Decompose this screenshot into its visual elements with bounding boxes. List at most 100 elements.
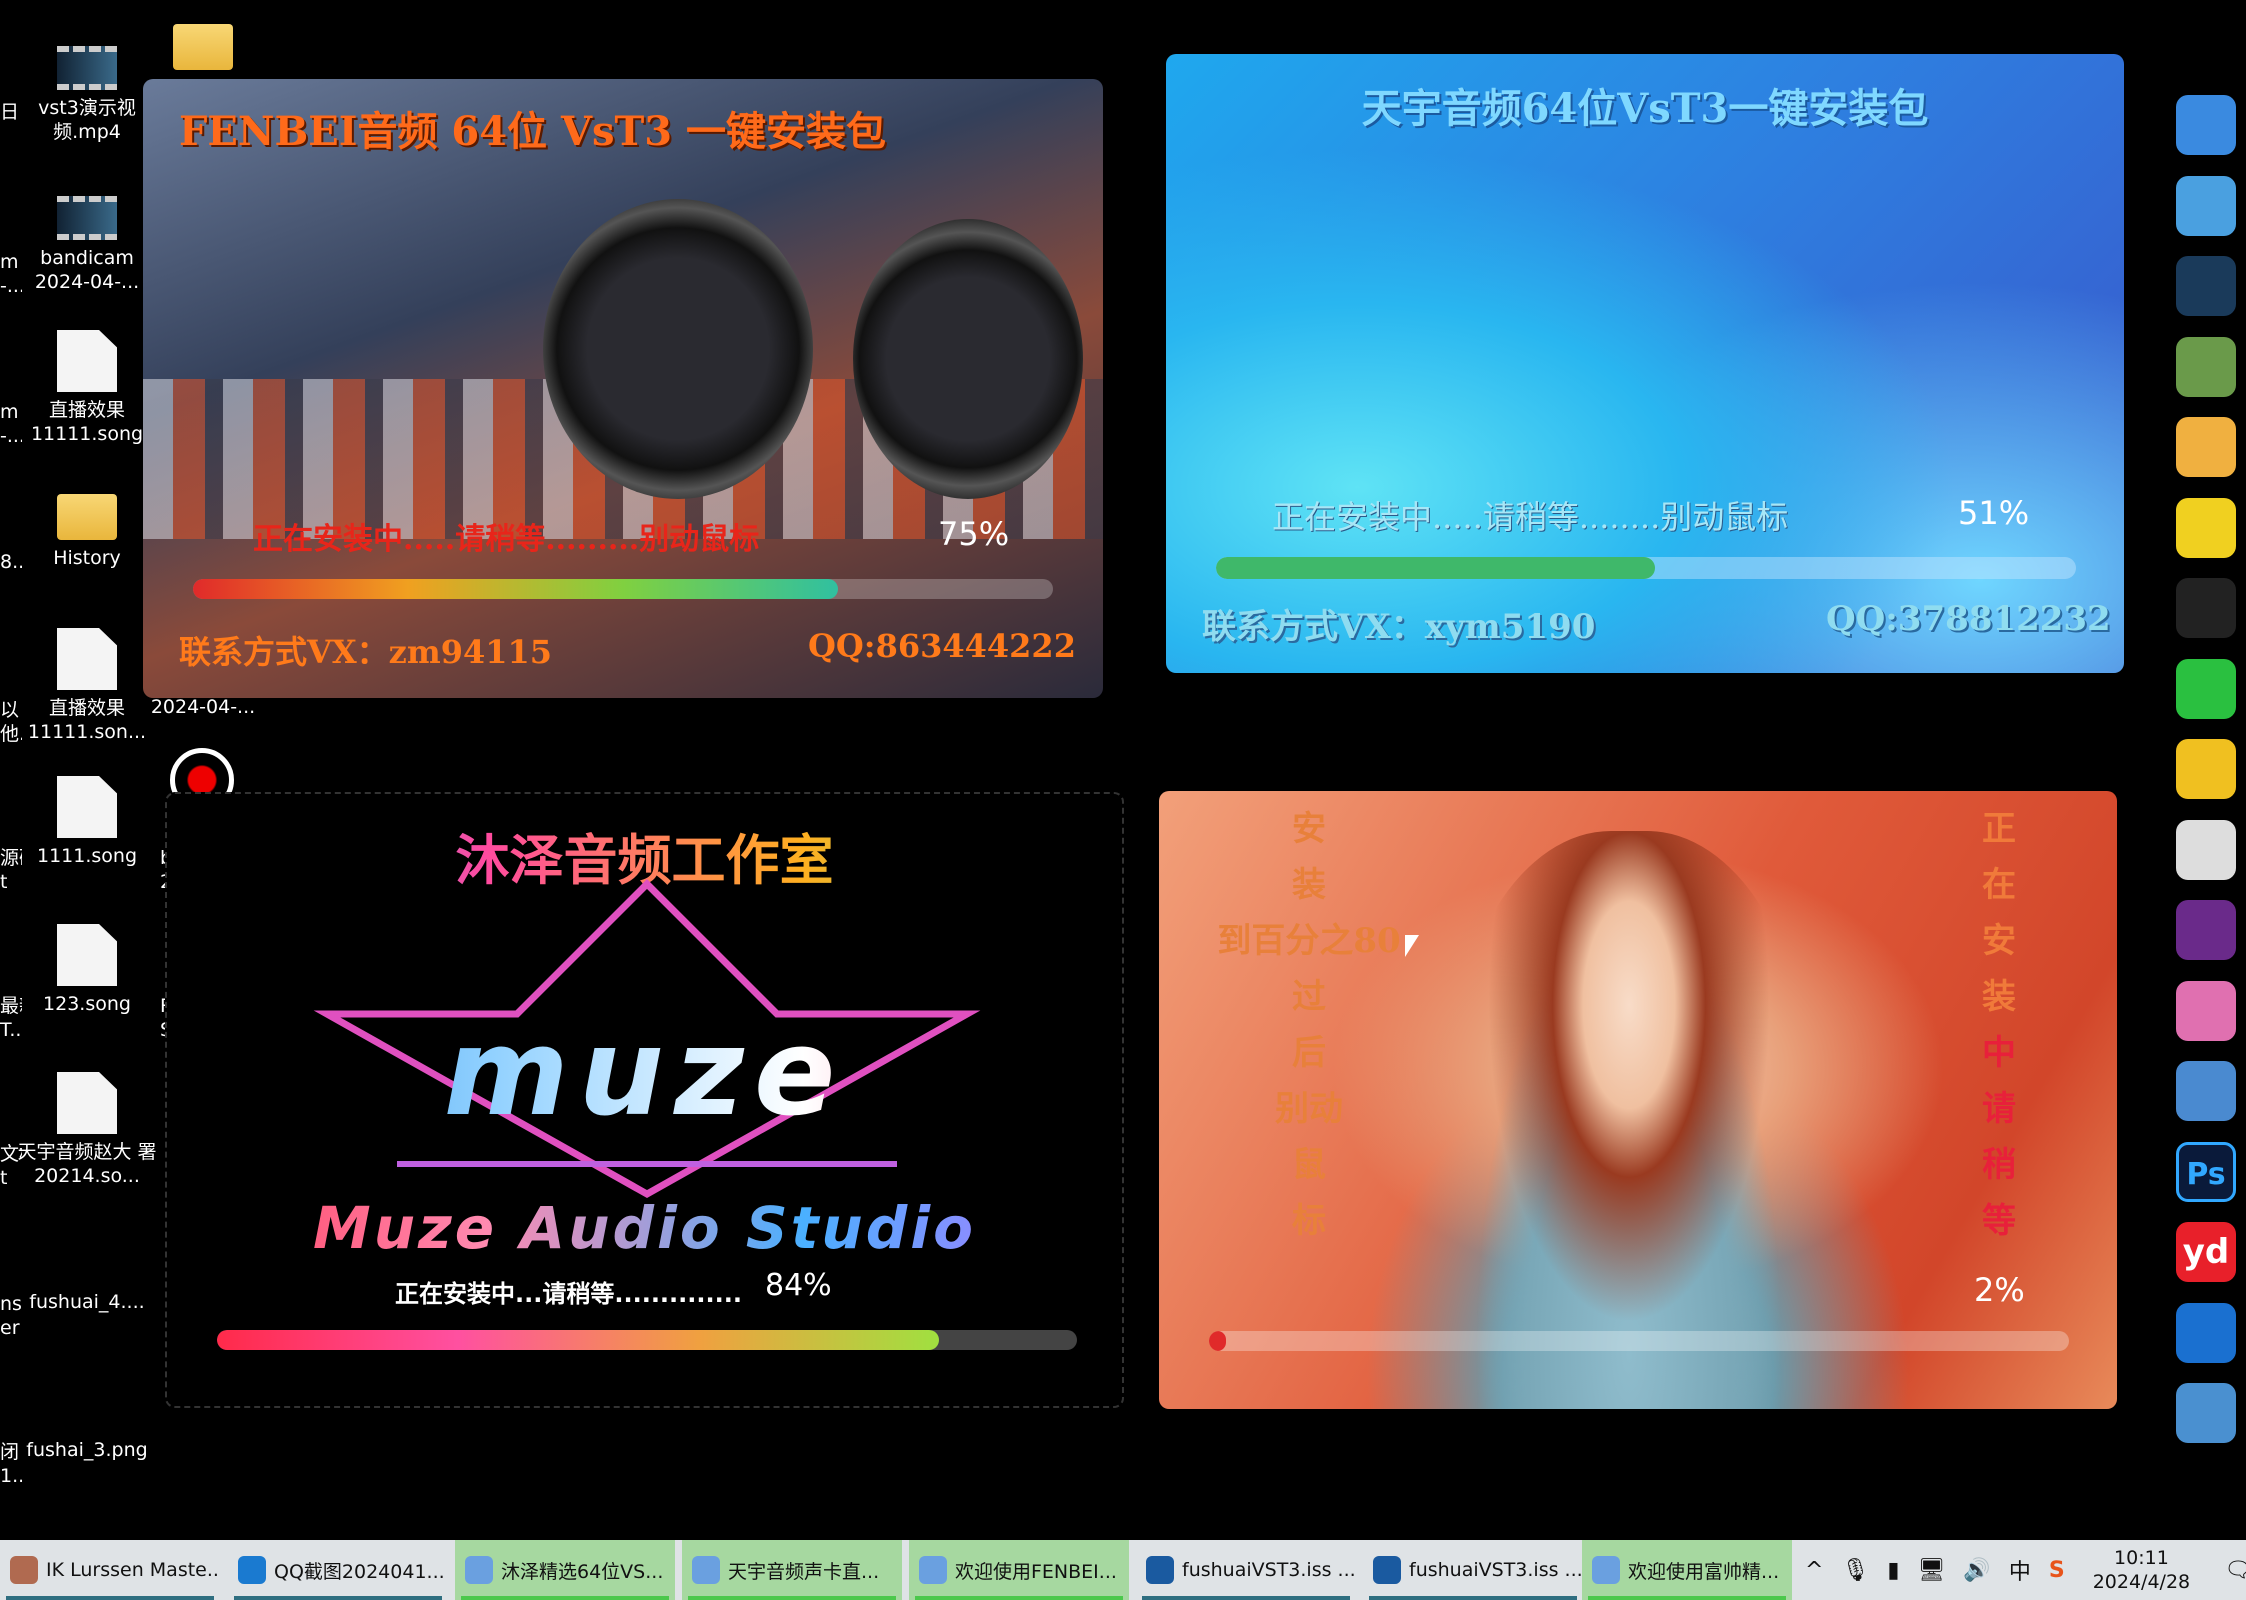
headphone-left-icon: [543, 199, 813, 499]
youdao-icon[interactable]: yd: [2176, 1222, 2236, 1282]
search-magnifier-icon[interactable]: [2176, 1061, 2236, 1121]
install-status: 正在安装中.....请稍等.........别动鼠标: [253, 522, 760, 557]
progress-percent: 51%: [1958, 494, 2030, 532]
avatar-icon[interactable]: [2176, 417, 2236, 477]
file-icon: [57, 924, 117, 986]
progress-fill: [193, 579, 838, 599]
qq-music-icon[interactable]: [2176, 497, 2236, 558]
vertical-text-char: 在: [1982, 865, 2016, 905]
desktop-icon[interactable]: 123.song: [12, 924, 162, 1016]
file-icon: [57, 776, 117, 838]
desktop-icon[interactable]: fushai_3.png: [12, 1370, 162, 1462]
battery-icon[interactable]: ▮: [1887, 1558, 1899, 1583]
network-icon[interactable]: 🖥: [1917, 1558, 1945, 1583]
taskbar-item-label: 欢迎使用FENBEI...: [955, 1560, 1117, 1583]
desktop-icon[interactable]: History: [12, 480, 162, 570]
studio-subtitle: Muze Audio Studio: [167, 1194, 1122, 1262]
desktop-icon[interactable]: 天宇音频赵大 署20214.so...: [12, 1072, 162, 1188]
qq-penguin-icon[interactable]: [2176, 578, 2236, 638]
inno-setup-icon: [1146, 1556, 1174, 1584]
progress-fill: [1216, 557, 1655, 579]
progress-fill: [217, 1330, 940, 1350]
monitor-icon[interactable]: [2176, 1383, 2236, 1443]
sogou-ime-icon[interactable]: S: [2049, 1558, 2065, 1583]
installer-title: 天宇音频64位VsT3一键安装包: [1361, 85, 1929, 132]
taskbar-item[interactable]: 沐泽精选64位VS...: [455, 1540, 675, 1600]
taskbar-item-label: fushuaiVST3.iss ...: [1409, 1559, 1583, 1581]
folder-icon: [57, 494, 117, 540]
install-status: 正在安装中.....请稍等........别动鼠标: [1272, 498, 1789, 536]
internet-explorer-icon[interactable]: [2176, 1302, 2236, 1363]
taskbar-item-label: 欢迎使用富帅精...: [1628, 1560, 1780, 1583]
muze-logo: muze: [167, 1004, 1122, 1143]
desktop-icon[interactable]: bandicam 2024-04-...: [12, 180, 162, 294]
notification-icon[interactable]: 🗨: [2224, 1558, 2246, 1583]
headphone-right-icon: [853, 219, 1083, 499]
vertical-text-char: 装: [1292, 865, 1326, 905]
contact-vx: 联系方式VX：xym5190: [1202, 607, 1596, 647]
show-hidden-icons-chevron-icon[interactable]: ^: [1805, 1558, 1823, 1583]
network-computer-icon[interactable]: [2176, 175, 2236, 236]
vertical-text-char: 稍: [1982, 1145, 2016, 1185]
paint-icon[interactable]: [2176, 336, 2236, 397]
vertical-text-char: 鼠: [1292, 1145, 1326, 1185]
taskbar-item-label: QQ截图2024041...: [274, 1560, 445, 1583]
progress-bar: [193, 579, 1053, 599]
windows-flag-icon[interactable]: [2176, 95, 2236, 155]
fish-icon[interactable]: [2176, 739, 2236, 799]
desktop-label-2024[interactable]: 2024-04-...: [128, 695, 278, 719]
installer-window-fushuai[interactable]: 安装到百分之80 过后别动鼠标 正在安装中请稍等 2%: [1159, 791, 2117, 1409]
vertical-text-char: 标: [1292, 1201, 1326, 1241]
camera-icon[interactable]: [2176, 980, 2236, 1041]
taskbar-item[interactable]: 欢迎使用FENBEI...: [909, 1540, 1129, 1600]
progress-bar: [1216, 557, 2076, 579]
installer-icon: [692, 1556, 720, 1584]
taskbar-item[interactable]: IK Lurssen Maste...: [0, 1540, 220, 1600]
taskbar-item-label: 沐泽精选64位VS...: [501, 1560, 664, 1583]
microphone-icon[interactable]: 🎙: [1841, 1558, 1869, 1583]
microphone-icon[interactable]: [2176, 900, 2236, 960]
image-icon: [57, 1222, 117, 1284]
taskbar-item[interactable]: 天宇音频声卡直...: [682, 1540, 902, 1600]
desktop-icon-label: vst3演示视频.mp4: [38, 97, 136, 143]
scissors-icon[interactable]: [2176, 819, 2236, 880]
progress-bar: [217, 1330, 1077, 1350]
photoshop-icon[interactable]: Ps: [2176, 1141, 2236, 1202]
taskbar-item[interactable]: QQ截图2024041...: [228, 1540, 448, 1600]
desktop-icon-label: 123.song: [43, 993, 131, 1015]
left-vertical-text: 安装到百分之80 过后别动鼠标: [1209, 801, 1409, 1249]
file-icon: [57, 1072, 117, 1134]
vertical-text-char: 别动: [1275, 1089, 1343, 1129]
character-artwork: [1449, 831, 1809, 1409]
progress-percent: 84%: [765, 1268, 832, 1303]
file-icon: [57, 628, 117, 690]
desktop-icon-label: History: [53, 547, 121, 569]
installer-title: FENBEI音频 64位 VsT3 一键安装包: [179, 108, 887, 155]
right-vertical-text: 正在安装中请稍等: [1959, 801, 2039, 1249]
image-icon: [57, 1370, 117, 1432]
vertical-text-char: 装: [1982, 977, 2016, 1017]
taskbar-item[interactable]: fushuaiVST3.iss ...: [1363, 1540, 1583, 1600]
wechat-icon[interactable]: [2176, 658, 2236, 719]
folder-icon: [173, 24, 233, 70]
desktop-folder-top[interactable]: [128, 10, 278, 76]
clock[interactable]: 10:11 2024/4/28: [2093, 1546, 2190, 1594]
installer-window-tianyu[interactable]: 天宇音频64位VsT3一键安装包 正在安装中.....请稍等........别动…: [1166, 54, 2124, 673]
app-icon[interactable]: [2176, 256, 2236, 316]
taskbar-item[interactable]: fushuaiVST3.iss ...: [1136, 1540, 1356, 1600]
installer-window-fenbei[interactable]: FENBEI音频 64位 VsT3 一键安装包 正在安装中.....请稍等...…: [143, 79, 1103, 698]
progress-percent: 75%: [938, 515, 1010, 553]
volume-icon[interactable]: 🔊: [1963, 1558, 1990, 1583]
desktop-icon[interactable]: fushuai_4....: [12, 1222, 162, 1314]
installer-icon: [919, 1556, 947, 1584]
desktop-icon[interactable]: 直播效果 11111.song: [12, 330, 162, 446]
video-icon: [57, 46, 117, 90]
taskbar-item[interactable]: 欢迎使用富帅精...: [1582, 1540, 1792, 1600]
desktop-icon[interactable]: 1111.song: [12, 776, 162, 868]
ime-indicator[interactable]: 中: [2009, 1554, 2031, 1586]
desktop-icon-label: 1111.song: [36, 845, 138, 867]
desktop-icon[interactable]: 直播效果 11111.son...: [12, 628, 162, 744]
contact-qq: QQ:863444222: [808, 627, 1076, 665]
installer-window-muze[interactable]: 沐泽音频工作室 muze Muze Audio Studio 正在安装中...请…: [165, 792, 1124, 1408]
desktop-icon-label: fushuai_4....: [29, 1291, 145, 1313]
